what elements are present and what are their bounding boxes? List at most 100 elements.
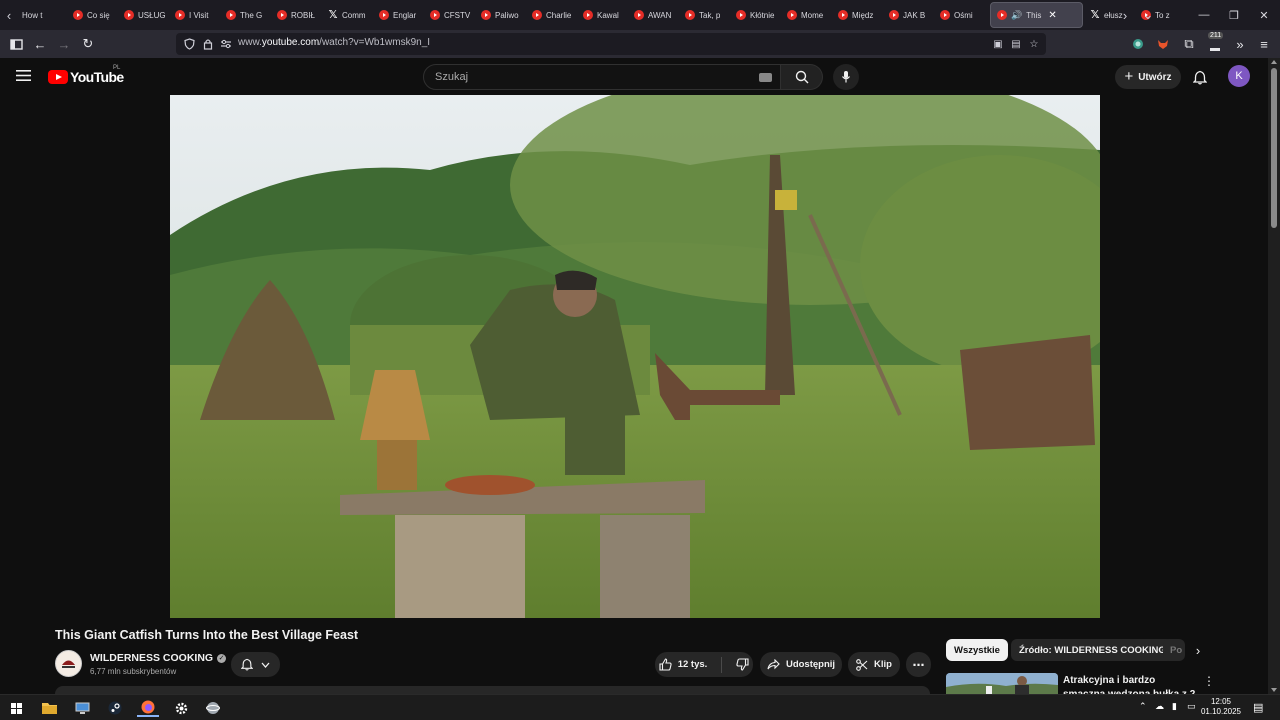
notifications-bell-icon[interactable] — [1190, 67, 1210, 87]
browser-tab[interactable]: Charlie — [528, 0, 579, 30]
reload-icon[interactable]: ↻ — [78, 34, 98, 54]
browser-tab[interactable]: Tak, p — [681, 0, 732, 30]
extension-fox-icon[interactable] — [1153, 34, 1173, 54]
minimize-icon[interactable]: — — [1188, 0, 1220, 30]
channel-name[interactable]: WILDERNESS COOKING ✓ — [90, 652, 227, 664]
recommendation-thumbnail[interactable] — [946, 673, 1058, 694]
notifications-icon[interactable]: ▤ — [1253, 701, 1263, 714]
extensions-puzzle-icon[interactable]: ⧉ — [1179, 34, 1199, 54]
scrollbar-thumb[interactable] — [1271, 68, 1277, 228]
browser-tab[interactable]: How t — [18, 0, 69, 30]
browser-tab[interactable]: I Visit — [171, 0, 222, 30]
browser-tab[interactable]: Kłótnie — [732, 0, 783, 30]
browser-tab[interactable]: Paliwo — [477, 0, 528, 30]
app-menu-icon[interactable]: ≡ — [1254, 34, 1274, 54]
user-avatar[interactable]: K — [1228, 65, 1250, 87]
chip-all[interactable]: Wszystkie — [946, 639, 1008, 661]
extension-badge-icon[interactable]: 211 ▬ — [1205, 32, 1225, 54]
guide-menu-icon[interactable] — [16, 69, 31, 87]
voice-search-button[interactable] — [833, 64, 859, 90]
tab-label: Englar — [393, 10, 417, 20]
app-globe-icon[interactable] — [202, 699, 224, 717]
like-button[interactable]: 12 tys. — [659, 658, 707, 671]
channel-avatar[interactable] — [55, 650, 82, 677]
clip-button[interactable]: Klip — [848, 652, 900, 677]
browser-tab[interactable]: 𝕏 Comm — [324, 0, 375, 30]
forward-icon[interactable]: → — [54, 34, 74, 54]
search-input[interactable]: Szukaj — [423, 64, 781, 90]
browser-tab[interactable]: Międz — [834, 0, 885, 30]
clip-label: Klip — [874, 659, 892, 670]
shield-icon[interactable] — [182, 37, 196, 51]
chips-next-icon[interactable]: › — [1190, 642, 1206, 658]
sidebar-toggle-icon[interactable] — [6, 34, 26, 54]
video-player[interactable] — [170, 95, 1100, 618]
permissions-icon[interactable] — [219, 37, 233, 51]
scissors-icon — [856, 658, 868, 671]
browser-tab[interactable]: Ośmi — [936, 0, 987, 30]
start-windows-icon[interactable] — [5, 699, 27, 717]
browser-tab[interactable]: Englar — [375, 0, 426, 30]
recommendation-title[interactable]: Atrakcyjna i bardzo smaczna wędzona bułk… — [1063, 674, 1198, 694]
more-actions-button[interactable]: ⋯ — [906, 652, 931, 677]
address-bar[interactable]: www.youtube.com/watch?v=Wb1wmsk9n_I ▣ ▤ … — [176, 33, 1046, 55]
reader-view-icon[interactable]: ▤ — [1009, 37, 1023, 51]
country-code: PL — [113, 65, 121, 71]
firefox-icon[interactable] — [137, 699, 159, 717]
network-icon[interactable]: ▭ — [1187, 701, 1196, 712]
list-all-tabs-icon[interactable]: ⌄ — [1138, 0, 1158, 30]
restore-icon[interactable]: ❐ — [1218, 0, 1250, 30]
extension-shield-icon[interactable] — [1128, 34, 1148, 54]
browser-tab[interactable]: Mome — [783, 0, 834, 30]
chip-truncated[interactable]: Po — [1163, 639, 1185, 661]
file-explorer-icon[interactable] — [38, 699, 60, 717]
settings-gear-icon[interactable] — [170, 699, 192, 717]
create-button[interactable]: + Utwórz — [1115, 65, 1181, 89]
page-scrollbar[interactable] — [1268, 58, 1280, 694]
bell-icon — [241, 658, 253, 671]
scroll-down-arrow[interactable] — [1271, 688, 1277, 692]
clock-date: 01.10.2025 — [1200, 707, 1242, 716]
picture-in-picture-icon[interactable]: ▣ — [991, 37, 1005, 51]
youtube-logo[interactable]: YouTube PL — [48, 65, 124, 85]
clock-time: 12:05 — [1210, 697, 1232, 706]
tab-scroll-left-icon[interactable]: ‹ — [0, 0, 18, 30]
search-icon — [795, 70, 808, 84]
youtube-logo-text: YouTube — [70, 69, 124, 85]
browser-tab[interactable]: CFSTV — [426, 0, 477, 30]
tray-overflow-icon[interactable]: ⌃ — [1139, 701, 1147, 712]
browser-tab[interactable]: ROBIŁ — [273, 0, 324, 30]
browser-tab-active[interactable]: 🔊 This ✕ — [990, 2, 1083, 28]
browser-tab[interactable]: The G — [222, 0, 273, 30]
speaker-icon[interactable]: 🔊 — [1011, 10, 1022, 21]
tab-scroll-right-icon[interactable]: › — [1116, 0, 1134, 30]
browser-tab[interactable]: Co się — [69, 0, 120, 30]
recommendation-more-icon[interactable]: ⋮ — [1203, 674, 1215, 688]
onedrive-cloud-icon[interactable]: ☁ — [1155, 701, 1164, 712]
scroll-up-arrow[interactable] — [1271, 60, 1277, 64]
microphone-tray-icon[interactable]: ▮ — [1172, 701, 1177, 712]
keyboard-icon[interactable] — [759, 73, 772, 82]
this-pc-icon[interactable] — [71, 699, 93, 717]
subscription-notifications-button[interactable] — [231, 652, 280, 677]
search-button[interactable] — [781, 64, 823, 90]
url-text: www.youtube.com/watch?v=Wb1wmsk9n_I — [238, 37, 431, 48]
browser-tab[interactable]: JAK B — [885, 0, 936, 30]
browser-tab[interactable]: AWAN — [630, 0, 681, 30]
youtube-play-icon — [48, 70, 68, 84]
description-box[interactable] — [55, 686, 930, 694]
x-logo-icon: 𝕏 — [328, 9, 338, 21]
tab-close-icon[interactable]: ✕ — [1048, 10, 1056, 21]
steam-icon[interactable] — [104, 699, 126, 717]
system-clock[interactable]: 12:05 01.10.2025 — [1200, 697, 1242, 717]
chip-source-channel[interactable]: Źródło: WILDERNESS COOKING — [1011, 639, 1174, 661]
browser-tab[interactable]: Kawal — [579, 0, 630, 30]
bookmark-star-icon[interactable]: ☆ — [1027, 37, 1041, 51]
back-icon[interactable]: ← — [30, 34, 50, 54]
browser-tab[interactable]: USŁUG — [120, 0, 171, 30]
window-close-icon[interactable]: ✕ — [1248, 0, 1280, 30]
overflow-chevrons-icon[interactable]: » — [1230, 34, 1250, 54]
share-button[interactable]: Udostępnij — [760, 652, 842, 677]
lock-icon[interactable] — [201, 37, 215, 51]
dislike-button[interactable] — [736, 658, 749, 671]
